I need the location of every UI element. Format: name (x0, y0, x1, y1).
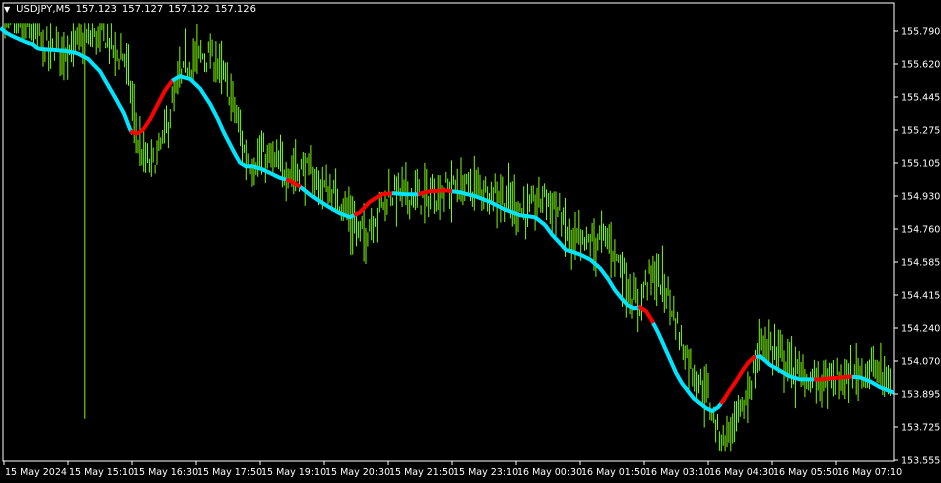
time-label: 15 May 15:10 (69, 467, 134, 478)
ma-line-up (0, 26, 135, 135)
price-label: 155.620 (901, 60, 940, 71)
price-label: 153.725 (901, 423, 940, 434)
ma-line-down (637, 304, 657, 328)
ma-line-down (417, 188, 457, 197)
chart-window[interactable]: ▼ USDJPY,M5 157.123 157.127 157.122 157.… (0, 0, 941, 483)
price-label: 154.930 (901, 192, 940, 203)
ma-line-up (299, 185, 359, 220)
price-label: 155.105 (901, 159, 940, 170)
ma-line-up (391, 190, 425, 197)
time-label: 16 May 05:50 (773, 467, 838, 478)
time-label: 16 May 04:30 (709, 467, 774, 478)
price-label: 154.070 (901, 357, 940, 368)
price-label: 154.585 (901, 258, 940, 269)
price-chart[interactable]: 155.790 155.620 155.445 155.275 155.105 154.9… (0, 0, 941, 483)
time-label: 16 May 07:10 (837, 467, 902, 478)
price-label: 153.895 (901, 390, 940, 401)
price-label: 153.555 (901, 456, 940, 467)
ma-line-down (129, 75, 179, 136)
time-label: 15 May 17:50 (197, 467, 262, 478)
time-label: 15 May 23:10 (453, 467, 518, 478)
ma-line-down (719, 353, 763, 405)
price-label: 154.760 (901, 225, 940, 236)
plot-frame (2, 2, 895, 462)
time-label: 16 May 03:10 (645, 467, 710, 478)
price-label: 154.240 (901, 324, 940, 335)
time-label: 15 May 21:50 (389, 467, 454, 478)
time-label: 15 May 2024 (5, 467, 67, 478)
price-label: 154.415 (901, 291, 940, 302)
time-label: 15 May 19:10 (261, 467, 326, 478)
time-label: 15 May 20:30 (325, 467, 390, 478)
time-label: 16 May 00:30 (517, 467, 582, 478)
price-label: 155.275 (901, 126, 940, 137)
time-label: 15 May 16:30 (133, 467, 198, 478)
time-label: 16 May 01:50 (581, 467, 646, 478)
price-label: 155.445 (901, 93, 940, 104)
price-label: 155.790 (901, 27, 940, 38)
